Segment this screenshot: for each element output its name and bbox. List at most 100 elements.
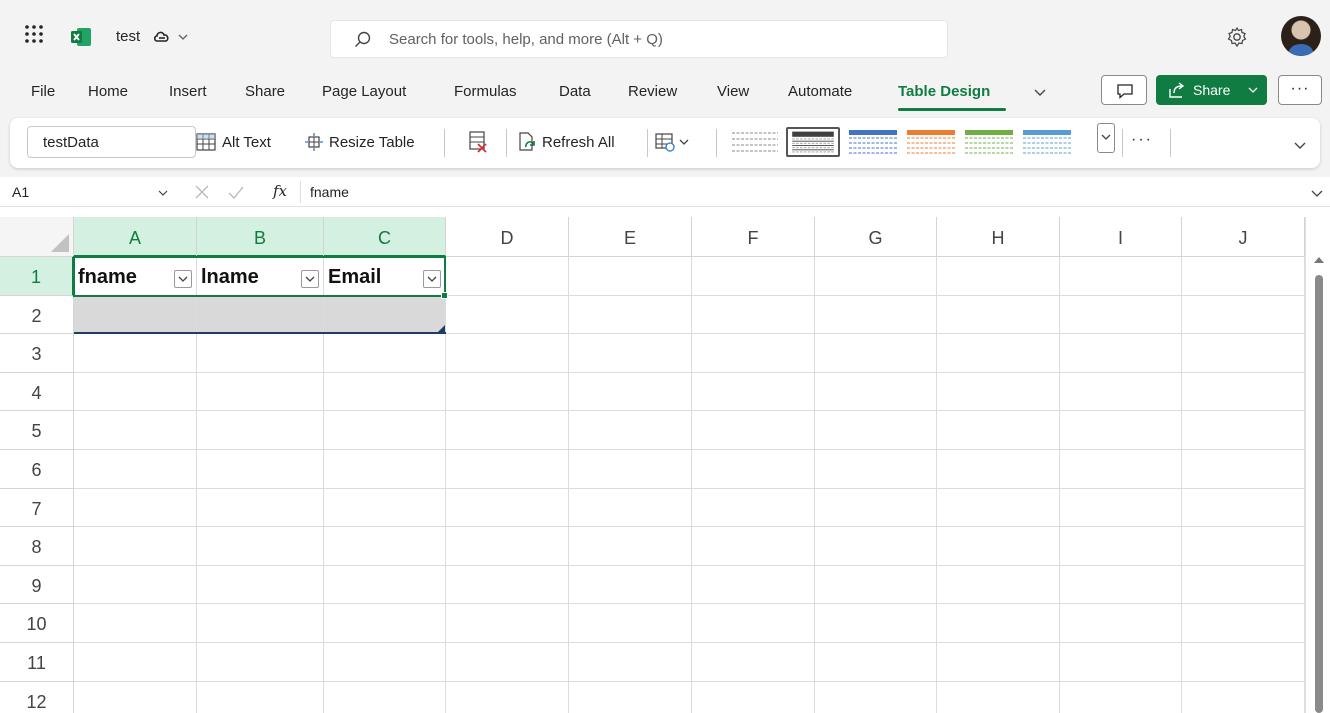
column-header-a[interactable]: A <box>74 217 197 257</box>
ribbon-collapse-chevron-icon[interactable] <box>1293 138 1307 152</box>
scroll-up-arrow-icon[interactable] <box>1314 257 1324 263</box>
cell-f8[interactable] <box>692 527 815 566</box>
row-header-11[interactable]: 11 <box>0 643 74 682</box>
cell-i5[interactable] <box>1060 411 1182 450</box>
tab-data[interactable]: Data <box>559 82 591 102</box>
cell-h8[interactable] <box>937 527 1060 566</box>
ribbon-more-button[interactable]: ··· <box>1131 130 1153 150</box>
cell-d11[interactable] <box>446 643 569 682</box>
cell-j7[interactable] <box>1182 488 1305 528</box>
cell-j4[interactable] <box>1182 372 1305 412</box>
cell-e9[interactable] <box>569 565 692 605</box>
row-header-4[interactable]: 4 <box>0 372 74 412</box>
cell-e2[interactable] <box>569 295 692 335</box>
convert-to-range-button[interactable] <box>468 129 490 155</box>
cell-a5[interactable] <box>74 411 197 450</box>
cell-h12[interactable] <box>937 681 1060 713</box>
cell-b6[interactable] <box>197 450 324 489</box>
cell-g6[interactable] <box>815 450 937 489</box>
gear-icon[interactable] <box>1226 26 1248 48</box>
cell-j8[interactable] <box>1182 527 1305 566</box>
cell-b5[interactable] <box>197 411 324 450</box>
fill-handle[interactable] <box>441 291 448 299</box>
filter-dropdown-button[interactable] <box>174 270 192 288</box>
alt-text-button[interactable]: Alt Text <box>195 129 271 155</box>
cell-h6[interactable] <box>937 450 1060 489</box>
comments-button[interactable] <box>1101 75 1147 105</box>
row-header-2[interactable]: 2 <box>0 295 74 335</box>
cell-d10[interactable] <box>446 604 569 643</box>
cell-c12[interactable] <box>324 681 446 713</box>
cell-h3[interactable] <box>937 334 1060 373</box>
cell-f6[interactable] <box>692 450 815 489</box>
cell-h7[interactable] <box>937 488 1060 528</box>
scrollbar-thumb[interactable] <box>1315 275 1323 713</box>
cell-b12[interactable] <box>197 681 324 713</box>
cell-d5[interactable] <box>446 411 569 450</box>
chevron-down-icon[interactable] <box>176 28 190 46</box>
cell-c9[interactable] <box>324 565 446 605</box>
column-header-j[interactable]: J <box>1182 217 1305 257</box>
cell-h10[interactable] <box>937 604 1060 643</box>
row-header-7[interactable]: 7 <box>0 488 74 528</box>
column-header-e[interactable]: E <box>569 217 692 257</box>
cell-b2[interactable] <box>197 295 324 335</box>
cell-c7[interactable] <box>324 488 446 528</box>
more-options-button[interactable]: ··· <box>1278 75 1322 105</box>
cell-c3[interactable] <box>324 334 446 373</box>
cell-e12[interactable] <box>569 681 692 713</box>
tab-automate[interactable]: Automate <box>788 82 852 102</box>
cell-g3[interactable] <box>815 334 937 373</box>
tab-formulas[interactable]: Formulas <box>454 82 517 102</box>
cell-h11[interactable] <box>937 643 1060 682</box>
expand-formula-bar-icon[interactable] <box>1311 186 1323 198</box>
cell-g7[interactable] <box>815 488 937 528</box>
cell-e5[interactable] <box>569 411 692 450</box>
table-style-orange[interactable] <box>904 127 958 157</box>
cell-h5[interactable] <box>937 411 1060 450</box>
cell-i1[interactable] <box>1060 257 1182 296</box>
cell-b1[interactable]: lname <box>197 257 324 296</box>
cell-i10[interactable] <box>1060 604 1182 643</box>
cell-a3[interactable] <box>74 334 197 373</box>
cell-f4[interactable] <box>692 372 815 412</box>
cancel-icon[interactable] <box>194 184 210 200</box>
cell-e4[interactable] <box>569 372 692 412</box>
cell-i9[interactable] <box>1060 565 1182 605</box>
cell-b10[interactable] <box>197 604 324 643</box>
cell-c11[interactable] <box>324 643 446 682</box>
row-header-1[interactable]: 1 <box>0 257 74 296</box>
cell-g10[interactable] <box>815 604 937 643</box>
cell-j12[interactable] <box>1182 681 1305 713</box>
tab-home[interactable]: Home <box>88 82 128 102</box>
cell-b7[interactable] <box>197 488 324 528</box>
cell-g12[interactable] <box>815 681 937 713</box>
column-header-i[interactable]: I <box>1060 217 1182 257</box>
cell-g1[interactable] <box>815 257 937 296</box>
cell-a10[interactable] <box>74 604 197 643</box>
cell-d2[interactable] <box>446 295 569 335</box>
cell-f1[interactable] <box>692 257 815 296</box>
cell-g5[interactable] <box>815 411 937 450</box>
row-header-10[interactable]: 10 <box>0 604 74 643</box>
cell-a1[interactable]: fname <box>74 257 197 296</box>
cell-h1[interactable] <box>937 257 1060 296</box>
row-header-9[interactable]: 9 <box>0 565 74 605</box>
cell-f11[interactable] <box>692 643 815 682</box>
checkmark-icon[interactable] <box>228 184 244 200</box>
cell-e11[interactable] <box>569 643 692 682</box>
row-header-3[interactable]: 3 <box>0 334 74 373</box>
document-title[interactable]: test <box>116 27 140 47</box>
column-header-h[interactable]: H <box>937 217 1060 257</box>
cell-f5[interactable] <box>692 411 815 450</box>
cell-j9[interactable] <box>1182 565 1305 605</box>
cell-c4[interactable] <box>324 372 446 412</box>
cell-a12[interactable] <box>74 681 197 713</box>
cell-d1[interactable] <box>446 257 569 296</box>
avatar[interactable] <box>1281 16 1321 56</box>
more-tabs-chevron-icon[interactable] <box>1033 83 1047 101</box>
spreadsheet-grid[interactable]: A B C D E F G H I J 1 fname lname Email 2 3 4 5 6 7 8 9 10 11 12 <box>0 217 1305 713</box>
table-style-light-blue[interactable] <box>1020 127 1074 157</box>
cell-i3[interactable] <box>1060 334 1182 373</box>
tab-view[interactable]: View <box>717 82 749 102</box>
